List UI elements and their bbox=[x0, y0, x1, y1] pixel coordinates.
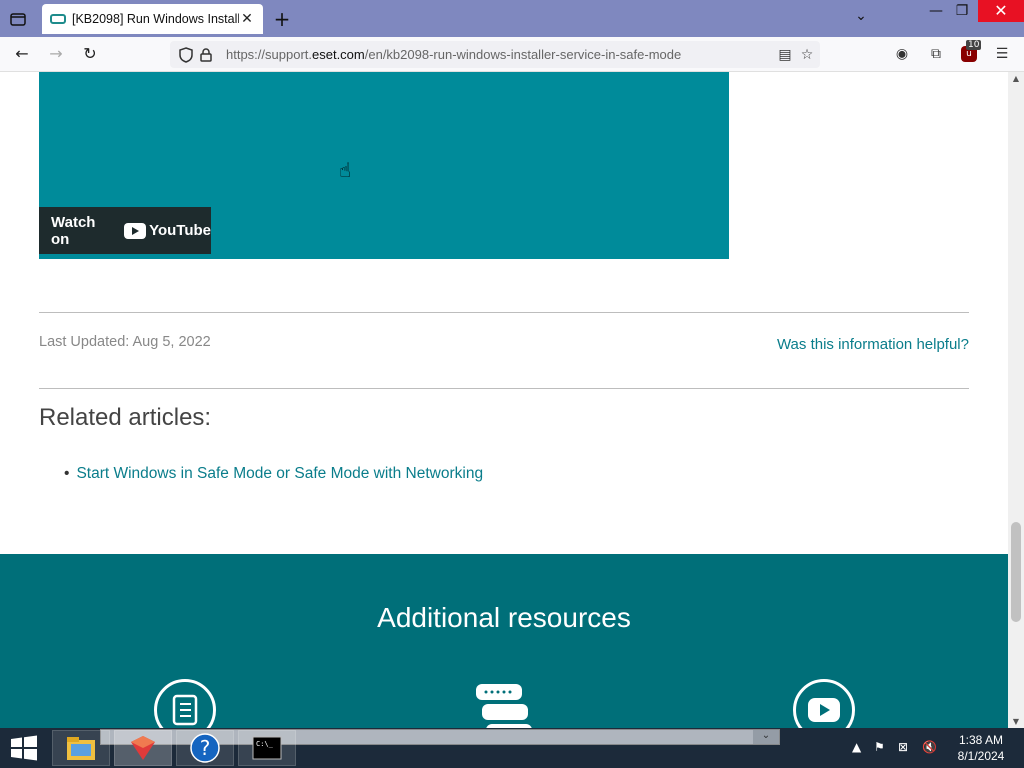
ublock-count-badge: 10 bbox=[966, 40, 982, 50]
divider bbox=[39, 388, 969, 389]
youtube-icon[interactable] bbox=[793, 679, 855, 728]
url-bar[interactable]: https://support.eset.com/en/kb2098-run-w… bbox=[170, 41, 820, 68]
knowledgebase-icon[interactable] bbox=[154, 679, 216, 728]
browser-window: [KB2098] Run Windows Installer ✕ + ⌄ — ❐… bbox=[0, 0, 1024, 768]
action-center-flag-icon[interactable]: ⚑ bbox=[874, 740, 885, 754]
scroll-up-icon[interactable]: ▲ bbox=[1008, 74, 1024, 83]
close-window-button[interactable]: ✕ bbox=[978, 0, 1024, 22]
eset-favicon-icon bbox=[50, 14, 66, 24]
network-disconnected-icon[interactable]: ⊠ bbox=[898, 740, 908, 754]
menu-icon[interactable]: ☰ bbox=[990, 43, 1014, 65]
resources-heading: Additional resources bbox=[377, 602, 631, 633]
help-icon[interactable]: ? bbox=[176, 730, 234, 766]
related-article-link[interactable]: Start Windows in Safe Mode or Safe Mode … bbox=[64, 465, 483, 483]
tab-title: [KB2098] Run Windows Installer bbox=[72, 12, 239, 26]
volume-muted-icon[interactable]: 🔇 bbox=[922, 740, 937, 754]
clock-time: 1:38 AM bbox=[958, 733, 1004, 747]
tab-strip: [KB2098] Run Windows Installer ✕ + ⌄ — ❐… bbox=[0, 0, 1024, 37]
youtube-logo-icon: YouTube bbox=[124, 222, 211, 239]
watch-on-label: Watch on bbox=[51, 213, 96, 248]
reader-view-icon[interactable]: ▤ bbox=[774, 44, 796, 66]
taskbar: ⌄ ? C:\_ ▲ ⚑ ⊠ 🔇 1:38 AM 8/1/2024 bbox=[0, 728, 1024, 768]
related-articles-list: Start Windows in Safe Mode or Safe Mode … bbox=[64, 465, 483, 483]
svg-text:?: ? bbox=[200, 736, 211, 760]
url-text[interactable]: https://support.eset.com/en/kb2098-run-w… bbox=[226, 47, 681, 62]
lock-icon[interactable] bbox=[196, 45, 216, 65]
scrollbar-thumb[interactable] bbox=[1011, 522, 1021, 622]
clock[interactable]: 1:38 AM 8/1/2024 bbox=[950, 732, 1012, 764]
scroll-down-icon[interactable]: ▼ bbox=[1008, 717, 1024, 726]
reload-icon[interactable]: ↻ bbox=[78, 43, 102, 65]
nav-bar: ← → ↻ https://support.eset.com/en/kb2098… bbox=[0, 37, 1024, 72]
tab-list-icon[interactable] bbox=[6, 8, 30, 30]
related-articles-heading: Related articles: bbox=[39, 404, 212, 431]
back-icon[interactable]: ← bbox=[10, 43, 34, 65]
embedded-video[interactable]: Watch on YouTube ☝ bbox=[39, 72, 729, 259]
forward-icon[interactable]: → bbox=[44, 43, 68, 65]
additional-resources-section: Additional resources bbox=[0, 554, 1008, 728]
windows-start-icon[interactable] bbox=[8, 735, 40, 761]
tab-close-icon[interactable]: ✕ bbox=[239, 11, 255, 27]
new-tab-button[interactable]: + bbox=[270, 8, 294, 30]
file-explorer-icon[interactable] bbox=[52, 730, 110, 766]
helpful-link[interactable]: Was this information helpful? bbox=[777, 336, 969, 353]
tab-active[interactable]: [KB2098] Run Windows Installer ✕ bbox=[42, 4, 263, 34]
command-prompt-icon[interactable]: C:\_ bbox=[238, 730, 296, 766]
svg-text:C:\_: C:\_ bbox=[256, 740, 274, 748]
scroll-dropdown-icon[interactable]: ⌄ bbox=[753, 730, 779, 744]
youtube-label: YouTube bbox=[149, 222, 211, 239]
list-all-tabs-icon[interactable]: ⌄ bbox=[850, 8, 872, 30]
divider bbox=[39, 312, 969, 313]
clock-date: 8/1/2024 bbox=[957, 749, 1005, 763]
chat-icon[interactable] bbox=[474, 682, 534, 728]
shield-icon[interactable] bbox=[176, 45, 196, 65]
extensions-icon[interactable]: ⧉ bbox=[924, 43, 948, 65]
show-hidden-icons-icon[interactable]: ▲ bbox=[852, 740, 861, 754]
hand-cursor-icon: ☝ bbox=[339, 158, 352, 182]
account-icon[interactable]: ◉ bbox=[890, 43, 914, 65]
restore-button[interactable]: ❐ bbox=[946, 0, 978, 22]
last-updated-text: Last Updated: Aug 5, 2022 bbox=[39, 334, 211, 350]
watch-on-youtube-button[interactable]: Watch on YouTube bbox=[39, 207, 211, 254]
page-content: Watch on YouTube ☝ Last Updated: Aug 5, … bbox=[0, 72, 1008, 728]
vertical-scrollbar[interactable]: ▲ ▼ bbox=[1008, 72, 1024, 728]
firefox-app-icon[interactable] bbox=[114, 730, 172, 766]
bookmark-star-icon[interactable]: ☆ bbox=[796, 44, 818, 66]
